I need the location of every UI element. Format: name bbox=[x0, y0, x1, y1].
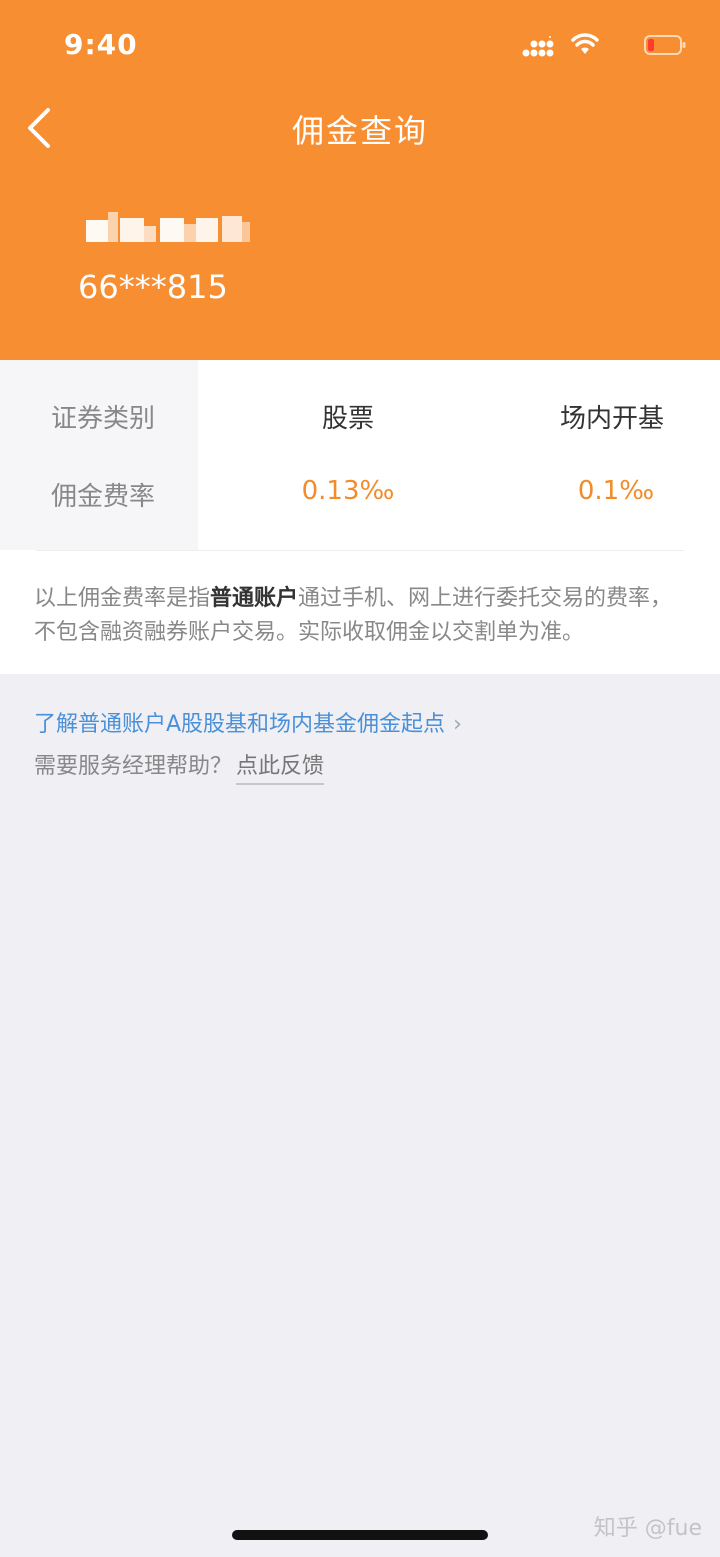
battery-icon bbox=[644, 35, 686, 55]
note-text-3: 不包含融资融券账户交易。实际收取佣金以交割单为准。 bbox=[34, 620, 585, 645]
row-label-category: 证券类别 bbox=[50, 404, 155, 434]
help-line: 需要服务经理帮助？ 点此反馈 bbox=[34, 748, 325, 785]
chevron-right-icon: › bbox=[453, 712, 462, 737]
row-label-rate: 佣金费率 bbox=[50, 482, 155, 512]
column-header-stock: 股票 bbox=[321, 404, 374, 434]
feedback-link[interactable]: 点此反馈 bbox=[236, 754, 325, 785]
status-icons bbox=[516, 32, 686, 60]
help-prompt: 需要服务经理帮助？ bbox=[34, 754, 233, 779]
header: 9:40 佣金查询 66***815 bbox=[0, 0, 720, 360]
learn-more-text: 了解普通账户A股股基和场内基金佣金起点 bbox=[34, 712, 446, 737]
status-time: 9:40 bbox=[64, 28, 138, 61]
account-name-redacted bbox=[86, 212, 250, 242]
page-title: 佣金查询 bbox=[291, 112, 428, 150]
home-indicator bbox=[232, 1530, 488, 1540]
account-number: 66***815 bbox=[78, 268, 228, 306]
note-text-1: 以上佣金费率是指 bbox=[34, 586, 211, 611]
commission-note: 以上佣金费率是指普通账户通过手机、网上进行委托交易的费率， 不包含融资融券账户交… bbox=[34, 582, 694, 650]
watermark: 知乎 @fue bbox=[593, 1516, 702, 1541]
label-column bbox=[0, 360, 198, 550]
etf-rate-value: 0.1‰ bbox=[577, 476, 655, 506]
signal-icon bbox=[522, 36, 554, 57]
stock-rate-value: 0.13‰ bbox=[301, 476, 395, 506]
column-header-etf: 场内开基 bbox=[559, 404, 664, 434]
note-text-2: 通过手机、网上进行委托交易的费率， bbox=[298, 586, 673, 611]
learn-more-link[interactable]: 了解普通账户A股股基和场内基金佣金起点 › bbox=[34, 706, 462, 738]
note-bold-account: 普通账户 bbox=[210, 586, 299, 611]
commission-card: 证券类别 佣金费率 股票 场内开基 0.13‰ 0.1‰ 以上佣金费率是指普通账… bbox=[0, 360, 720, 674]
wifi-icon bbox=[571, 33, 599, 54]
divider bbox=[36, 550, 684, 551]
